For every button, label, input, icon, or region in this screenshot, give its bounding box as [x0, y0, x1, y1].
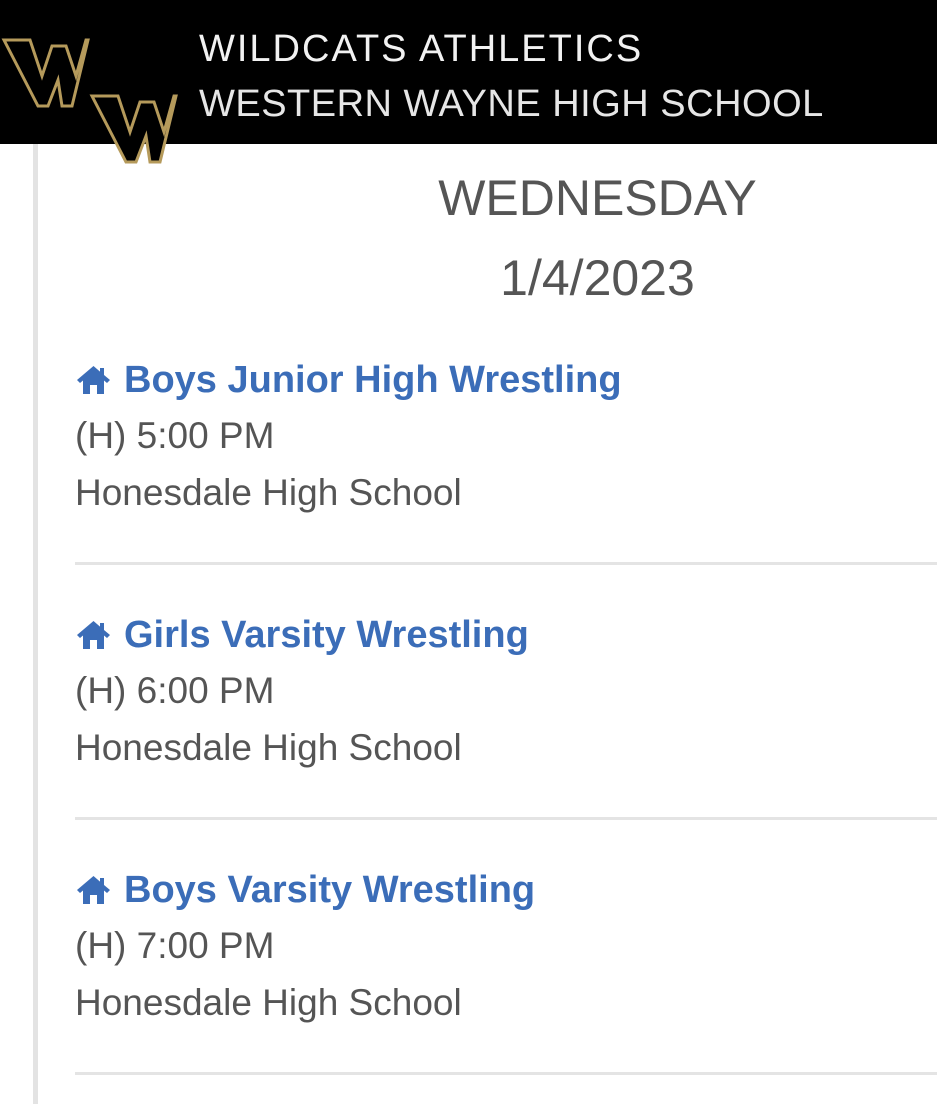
event-time: (H) 5:00 PM [75, 415, 275, 456]
site-title[interactable]: WILDCATS ATHLETICS [199, 28, 643, 70]
ww-logo[interactable] [0, 28, 180, 170]
day-date: 1/4/2023 [500, 250, 695, 306]
event-title[interactable]: Girls Varsity Wrestling [124, 613, 529, 657]
event-time: (H) 7:00 PM [75, 925, 275, 966]
event-location: Honesdale High School [75, 727, 462, 768]
event-location: Honesdale High School [75, 982, 462, 1023]
home-icon [77, 621, 110, 649]
event-link[interactable]: Boys Varsity Wrestling [75, 868, 535, 912]
event-divider [75, 1072, 937, 1075]
home-icon [77, 876, 110, 904]
event-link[interactable]: Girls Varsity Wrestling [75, 613, 529, 657]
event-link[interactable]: Boys Junior High Wrestling [75, 358, 622, 402]
event-divider [75, 817, 937, 820]
home-icon [77, 366, 110, 394]
day-name: WEDNESDAY [438, 170, 757, 226]
event-divider [75, 562, 937, 565]
event-location: Honesdale High School [75, 472, 462, 513]
event-time: (H) 6:00 PM [75, 670, 275, 711]
event-title[interactable]: Boys Varsity Wrestling [124, 868, 535, 912]
school-name[interactable]: WESTERN WAYNE HIGH SCHOOL [199, 83, 824, 125]
schedule-page: WILDCATS ATHLETICS WESTERN WAYNE HIGH SC… [0, 0, 937, 1104]
side-rail [33, 144, 38, 1104]
event-title[interactable]: Boys Junior High Wrestling [124, 358, 622, 402]
